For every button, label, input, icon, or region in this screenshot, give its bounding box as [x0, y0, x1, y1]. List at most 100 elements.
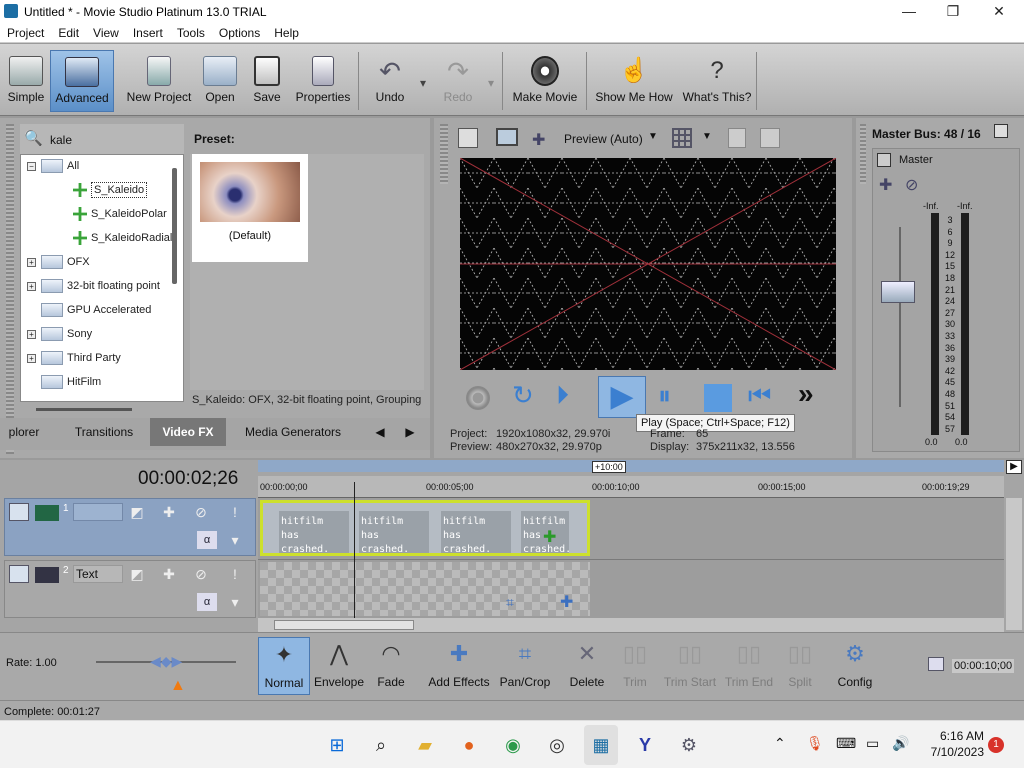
menu-tools[interactable]: Tools [170, 24, 212, 42]
tray-chevron-icon[interactable]: ⌃ [774, 735, 786, 752]
playhead[interactable] [354, 482, 355, 618]
notification-badge[interactable]: 1 [988, 737, 1004, 753]
track-expand-icon[interactable] [9, 503, 29, 521]
track-expand-icon[interactable] [9, 565, 29, 583]
mute-icon[interactable]: ⊘ [191, 503, 211, 521]
search-input[interactable]: kale [50, 133, 72, 147]
properties-button[interactable]: Properties [292, 50, 354, 112]
close-button[interactable]: ✕ [976, 0, 1022, 24]
mute-icon[interactable]: ⊘ [191, 565, 211, 583]
fx-plugin-item[interactable]: S_KaleidoRadial [73, 231, 172, 253]
panel-grip[interactable] [860, 124, 866, 184]
normal-edit-tool[interactable]: ✦ Normal [258, 637, 310, 695]
tab-transitions[interactable]: Transitions [60, 418, 148, 446]
menu-options[interactable]: Options [212, 24, 267, 42]
alpha-icon[interactable]: α [197, 593, 217, 611]
hscroll-thumb[interactable] [274, 620, 414, 630]
new-project-button[interactable]: New Project [124, 50, 194, 112]
track-name-field[interactable]: Text [73, 565, 123, 583]
overlays-icon[interactable] [672, 128, 692, 148]
track-level-icon[interactable]: ▾ [225, 593, 245, 611]
fx-folder-item[interactable]: − All [27, 159, 79, 181]
trim-end-button[interactable]: ▯▯ Trim End [722, 637, 776, 695]
open-button[interactable]: Open [198, 50, 242, 112]
file-explorer-icon[interactable]: ▰ [408, 725, 442, 765]
pan-crop-button[interactable]: ⌗ Pan/Crop [496, 637, 554, 695]
event-fx-icon[interactable]: ✚ [560, 592, 573, 612]
movie-studio-icon[interactable]: ▦ [584, 725, 618, 765]
add-effects-button[interactable]: ✚ Add Effects [426, 637, 492, 695]
go-to-start-button[interactable]: ⏮ [748, 380, 771, 412]
tab-video-fx[interactable]: Video FX [150, 418, 226, 446]
keyboard-icon[interactable]: ⌨ [836, 735, 856, 752]
save-button[interactable]: Save [246, 50, 288, 112]
app-y-icon[interactable]: Y [628, 725, 662, 765]
menu-edit[interactable]: Edit [51, 24, 86, 42]
tree-hscrollbar[interactable] [36, 408, 132, 411]
settings-icon[interactable]: ⚙ [672, 725, 706, 765]
track-name-field[interactable] [73, 503, 123, 521]
mixer-options-icon[interactable] [994, 124, 1008, 138]
alpha-icon[interactable]: α [197, 531, 217, 549]
minimize-button[interactable]: — [886, 0, 932, 24]
clock-time[interactable]: 6:16 AM [930, 729, 984, 743]
play-button[interactable]: ▶ [598, 376, 646, 418]
rate-handle-icon[interactable]: ◀◆▶ [150, 653, 182, 670]
timeline-options-icon[interactable]: ▶ [1006, 460, 1022, 474]
event-pan-crop-icon[interactable]: ⌗ [506, 594, 514, 611]
expand-icon[interactable]: + [27, 281, 36, 291]
save-snapshot-icon[interactable] [760, 128, 780, 148]
copy-snapshot-icon[interactable] [728, 128, 746, 148]
menu-help[interactable]: Help [267, 24, 306, 42]
search-box[interactable]: 🔍 kale [20, 124, 184, 154]
network-icon[interactable]: ▭ [866, 735, 879, 752]
fx-folder-item[interactable]: + OFX [27, 255, 90, 277]
solo-icon[interactable]: ! [225, 503, 245, 521]
loop-button[interactable]: ↻ [512, 380, 534, 411]
microphone-icon[interactable]: 🎙 [806, 735, 824, 752]
pause-button[interactable]: ⏸ [658, 380, 671, 412]
track-fx-icon[interactable]: ✚ [159, 503, 179, 521]
master-fader-handle[interactable] [881, 281, 915, 303]
external-monitor-icon[interactable] [496, 128, 518, 146]
whats-this-button[interactable]: ? What's This? [680, 50, 754, 112]
make-movie-button[interactable]: Make Movie [508, 50, 582, 112]
preview-quality-dropdown[interactable]: Preview (Auto) [564, 132, 643, 146]
undo-button[interactable]: ↶ Undo [366, 50, 414, 112]
simple-button[interactable]: Simple [4, 50, 48, 112]
compositing-mode-icon[interactable]: ◩ [127, 565, 147, 583]
track-fx-icon[interactable]: ✚ [159, 565, 179, 583]
redo-button[interactable]: ↷ Redo [434, 50, 482, 112]
fx-folder-item[interactable]: +32-bit floating point [27, 279, 160, 301]
undo-dropdown[interactable]: ▾ [416, 50, 430, 112]
obs-icon[interactable]: ◎ [540, 725, 574, 765]
timeline-vscroll[interactable] [1006, 498, 1022, 630]
fx-plugin-item[interactable]: S_KaleidoPolar [73, 207, 167, 229]
zoom-icon[interactable] [928, 657, 944, 671]
split-screen-icon[interactable]: ✚ [532, 130, 545, 150]
stop-button[interactable] [704, 384, 732, 412]
envelope-tool[interactable]: ⋀ Envelope [312, 637, 366, 695]
more-controls-button[interactable]: » [798, 378, 814, 410]
menu-project[interactable]: Project [0, 24, 51, 42]
split-button[interactable]: ▯▯ Split [778, 637, 822, 695]
panel-grip[interactable] [440, 124, 448, 184]
solo-icon[interactable]: ! [225, 565, 245, 583]
panel-grip[interactable] [6, 124, 14, 454]
start-button[interactable]: ⊞ [320, 725, 354, 765]
fx-folder-item[interactable]: HitFilm [27, 375, 101, 397]
play-from-start-button[interactable]: ⏵ [556, 380, 569, 412]
delete-button[interactable]: ✕ Delete [564, 637, 610, 695]
tab-media-generators[interactable]: Media Generators [230, 418, 356, 446]
tab-scroll-left[interactable]: ◀ [368, 418, 392, 446]
record-button[interactable] [466, 386, 490, 410]
fade-tool[interactable]: ◠ Fade [368, 637, 414, 695]
event-fx-icon[interactable]: ✚ [543, 527, 556, 547]
menu-view[interactable]: View [86, 24, 126, 42]
volume-icon[interactable]: 🔊 [892, 735, 909, 752]
master-fx-icon[interactable]: ✚ [879, 175, 892, 195]
expand-icon[interactable]: + [27, 257, 36, 267]
tab-scroll-right[interactable]: ▶ [398, 418, 422, 446]
rate-marker-icon[interactable]: ▲ [170, 677, 186, 695]
advanced-button[interactable]: Advanced [50, 50, 114, 112]
